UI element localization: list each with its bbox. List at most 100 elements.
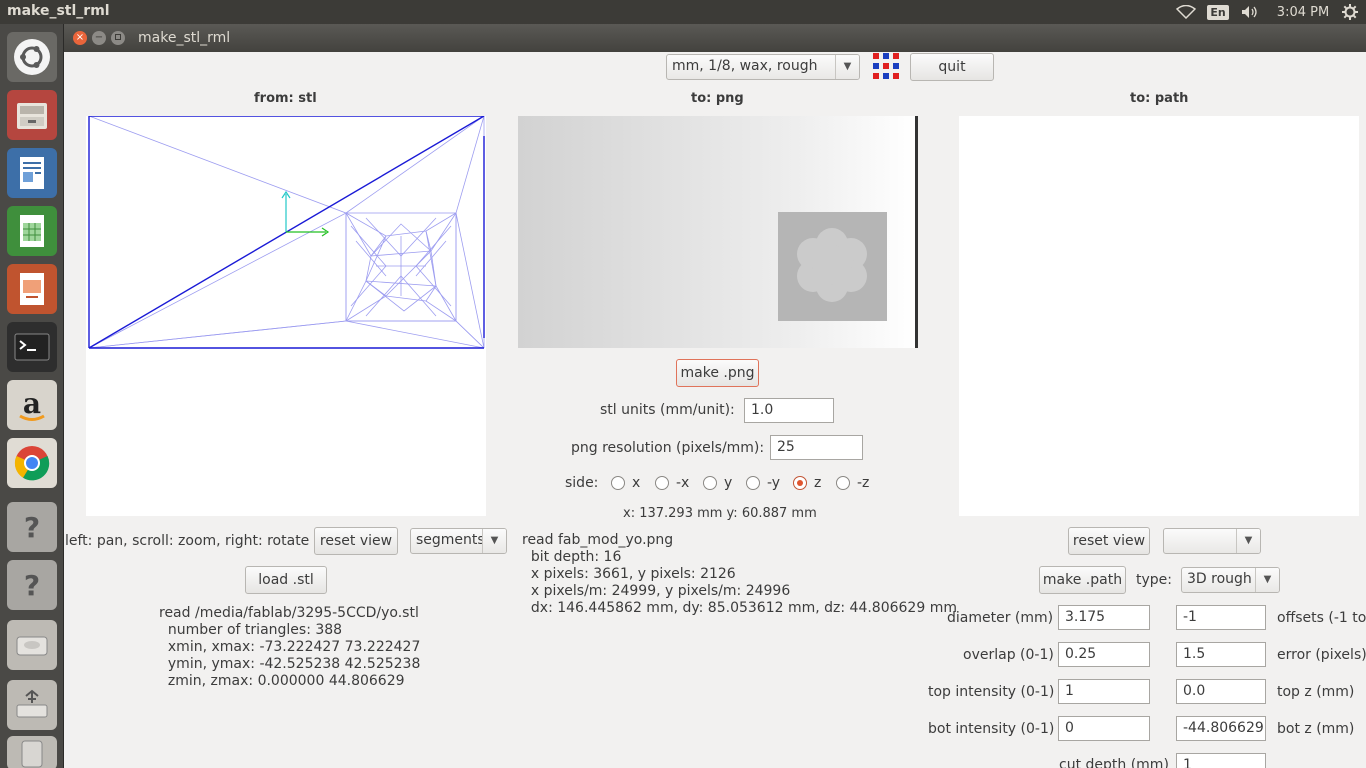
bot-intensity-input[interactable]: 0: [1058, 716, 1150, 741]
path-reset-view-button[interactable]: reset view: [1068, 527, 1150, 555]
top-z-input[interactable]: 0.0: [1176, 679, 1266, 704]
minimize-button[interactable]: −: [92, 31, 106, 45]
side-option-z: z: [814, 475, 822, 491]
error-input[interactable]: 1.5: [1176, 642, 1266, 667]
active-app-title: make_stl_rml: [7, 3, 110, 19]
maximize-button[interactable]: [111, 31, 125, 45]
overlap-label: overlap (0-1): [963, 647, 1054, 663]
to-path-heading: to: path: [1130, 91, 1189, 106]
side-radio-neg-y[interactable]: [746, 476, 760, 490]
launcher: a ? ?: [0, 24, 64, 768]
maximize-icon: [115, 34, 121, 40]
stl-info-line: number of triangles: 388: [159, 622, 343, 638]
terminal-icon[interactable]: [7, 322, 57, 372]
ubuntu-dash-icon[interactable]: [7, 32, 57, 82]
stl-wireframe: [88, 115, 486, 349]
wifi-icon[interactable]: [1172, 0, 1200, 24]
unknown-app-icon[interactable]: ?: [7, 560, 57, 610]
close-button[interactable]: ×: [73, 31, 87, 45]
error-label: error (pixels): [1277, 647, 1366, 663]
side-radio-y[interactable]: [703, 476, 717, 490]
make-path-button[interactable]: make .path: [1039, 566, 1126, 594]
stl-reset-view-button[interactable]: reset view: [314, 527, 398, 555]
cut-depth-input[interactable]: 1: [1176, 753, 1266, 768]
load-stl-button[interactable]: load .stl: [245, 566, 327, 594]
offsets-input[interactable]: -1: [1176, 605, 1266, 630]
quit-button[interactable]: quit: [910, 53, 994, 81]
stl-info-line: xmin, xmax: -73.222427 73.222427: [159, 639, 421, 655]
writer-icon[interactable]: [7, 148, 57, 198]
cut-depth-label: cut depth (mm): [1059, 757, 1169, 768]
side-radio-neg-z[interactable]: [836, 476, 850, 490]
stl-info-line: read /media/fablab/3295-5CCD/yo.stl: [159, 605, 419, 621]
svg-text:?: ?: [24, 569, 40, 602]
window-titlebar: × − make_stl_rml: [64, 24, 1366, 52]
stl-view-mode-value: segments: [416, 532, 485, 548]
png-info-line: x pixels/m: 24999, y pixels/m: 24996: [522, 583, 791, 599]
stl-units-input[interactable]: 1.0: [744, 398, 834, 423]
bot-z-label: bot z (mm): [1277, 721, 1355, 737]
minimize-icon: −: [94, 32, 104, 43]
make-png-button[interactable]: make .png: [676, 359, 759, 387]
chevron-down-icon: ▼: [1236, 529, 1260, 553]
png-resolution-label: png resolution (pixels/mm):: [571, 440, 765, 456]
path-type-value: 3D rough: [1187, 571, 1252, 587]
svg-text:a: a: [23, 387, 41, 420]
top-intensity-input[interactable]: 1: [1058, 679, 1150, 704]
keyboard-layout-indicator[interactable]: En: [1205, 0, 1231, 24]
chevron-down-icon: ▼: [835, 55, 859, 79]
chevron-down-icon: ▼: [482, 529, 506, 553]
close-icon: ×: [75, 32, 85, 43]
calc-icon[interactable]: [7, 206, 57, 256]
drive-icon[interactable]: [7, 620, 57, 670]
amazon-icon[interactable]: a: [7, 380, 57, 430]
top-z-label: top z (mm): [1277, 684, 1355, 700]
fab-modules-logo-icon: [873, 53, 899, 79]
side-radio-z[interactable]: [793, 476, 807, 490]
clock-text: 3:04 PM: [1276, 4, 1330, 20]
impress-icon[interactable]: [7, 264, 57, 314]
clock[interactable]: 3:04 PM: [1270, 0, 1336, 24]
stl-info-text: read /media/fablab/3295-5CCD/yo.stl numb…: [159, 605, 420, 690]
png-info-line: bit depth: 16: [522, 549, 622, 565]
stl-units-label: stl units (mm/unit):: [600, 402, 735, 418]
to-png-heading: to: png: [691, 91, 744, 106]
cursor-coords-readout: x: 137.293 mm y: 60.887 mm: [623, 506, 817, 521]
machine-select[interactable]: mm, 1/8, wax, rough ▼: [666, 54, 860, 80]
trash-icon[interactable]: [7, 736, 57, 768]
unknown-app-icon[interactable]: ?: [7, 502, 57, 552]
gear-icon[interactable]: [1338, 0, 1362, 24]
png-heightmap-square: [778, 212, 887, 321]
chrome-icon[interactable]: [7, 438, 57, 488]
top-intensity-label: top intensity (0-1): [928, 684, 1055, 700]
side-radio-x[interactable]: [611, 476, 625, 490]
path-type-select[interactable]: 3D rough ▼: [1181, 567, 1280, 593]
overlap-input[interactable]: 0.25: [1058, 642, 1150, 667]
files-icon[interactable]: [7, 90, 57, 140]
stl-view-mode-select[interactable]: segments ▼: [410, 528, 507, 554]
png-info-line: dx: 146.445862 mm, dy: 85.053612 mm, dz:…: [522, 600, 957, 616]
offsets-label: offsets (-1 to: [1277, 610, 1366, 626]
stl-info-line: ymin, ymax: -42.525238 42.525238: [159, 656, 421, 672]
side-radio-neg-x[interactable]: [655, 476, 669, 490]
png-info-line: x pixels: 3661, y pixels: 2126: [522, 566, 736, 582]
stl-viewport[interactable]: [86, 115, 486, 516]
path-view-mode-select[interactable]: ▼: [1163, 528, 1261, 554]
app-window: × − make_stl_rml mm, 1/8, wax, rough ▼ q…: [64, 24, 1366, 768]
png-resolution-input[interactable]: 25: [770, 435, 863, 460]
diameter-input[interactable]: 3.175: [1058, 605, 1150, 630]
machine-select-value: mm, 1/8, wax, rough: [672, 58, 818, 74]
png-info-text: read fab_mod_yo.png bit depth: 16 x pixe…: [522, 532, 957, 617]
usb-drive-icon[interactable]: [7, 680, 57, 730]
png-info-line: read fab_mod_yo.png: [522, 532, 674, 548]
chevron-down-icon: ▼: [1255, 568, 1279, 592]
window-title: make_stl_rml: [138, 30, 231, 46]
side-option-neg-x: -x: [676, 475, 690, 491]
side-option-x: x: [632, 475, 641, 491]
keyboard-layout-label: En: [1207, 4, 1229, 20]
path-viewport[interactable]: [959, 116, 1359, 516]
bot-z-input[interactable]: -44.806629: [1176, 716, 1266, 741]
png-preview: [518, 116, 918, 348]
bot-intensity-label: bot intensity (0-1): [928, 721, 1055, 737]
volume-icon[interactable]: [1238, 0, 1262, 24]
